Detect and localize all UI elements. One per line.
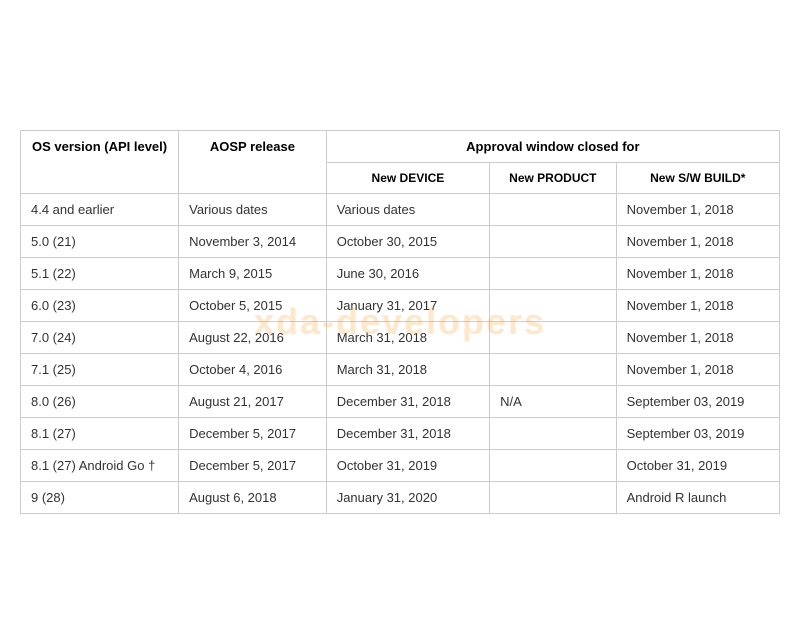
header-os: OS version (API level): [21, 131, 179, 194]
cell-aosp: August 22, 2016: [179, 322, 327, 354]
cell-os: 8.1 (27) Android Go †: [21, 450, 179, 482]
header-device: New DEVICE: [326, 163, 489, 194]
cell-os: 9 (28): [21, 482, 179, 514]
cell-product: N/A: [490, 386, 617, 418]
cell-aosp: Various dates: [179, 194, 327, 226]
table-row: 5.1 (22)March 9, 2015June 30, 2016 Novemb…: [21, 258, 780, 290]
cell-device: March 31, 2018: [326, 354, 489, 386]
cell-aosp: October 5, 2015: [179, 290, 327, 322]
cell-os: 5.0 (21): [21, 226, 179, 258]
header-approval-group: Approval window closed for: [326, 131, 779, 163]
cell-sw: November 1, 2018: [616, 258, 779, 290]
cell-sw: Android R launch: [616, 482, 779, 514]
cell-os: 8.1 (27): [21, 418, 179, 450]
cell-aosp: August 6, 2018: [179, 482, 327, 514]
table-row: 6.0 (23)October 5, 2015January 31, 2017 N…: [21, 290, 780, 322]
table-row: 7.0 (24)August 22, 2016March 31, 2018 Nov…: [21, 322, 780, 354]
cell-product: [490, 226, 617, 258]
cell-os: 5.1 (22): [21, 258, 179, 290]
table-row: 8.1 (27)December 5, 2017December 31, 201…: [21, 418, 780, 450]
table-body: 4.4 and earlierVarious datesVarious date…: [21, 194, 780, 514]
cell-aosp: March 9, 2015: [179, 258, 327, 290]
cell-product: [490, 258, 617, 290]
cell-device: June 30, 2016: [326, 258, 489, 290]
cell-aosp: October 4, 2016: [179, 354, 327, 386]
cell-product: [490, 354, 617, 386]
cell-device: October 30, 2015: [326, 226, 489, 258]
cell-aosp: December 5, 2017: [179, 450, 327, 482]
cell-device: October 31, 2019: [326, 450, 489, 482]
cell-product: [490, 450, 617, 482]
cell-product: [490, 482, 617, 514]
cell-sw: September 03, 2019: [616, 386, 779, 418]
header-sw: New S/W BUILD*: [616, 163, 779, 194]
table-row: 8.1 (27) Android Go †December 5, 2017Oct…: [21, 450, 780, 482]
cell-sw: November 1, 2018: [616, 194, 779, 226]
header-aosp: AOSP release: [179, 131, 327, 194]
cell-aosp: August 21, 2017: [179, 386, 327, 418]
cell-product: [490, 322, 617, 354]
table-row: 8.0 (26)August 21, 2017December 31, 2018…: [21, 386, 780, 418]
cell-device: January 31, 2017: [326, 290, 489, 322]
table-wrapper: xda-developers OS version (API level) AO…: [20, 130, 780, 514]
header-product: New PRODUCT: [490, 163, 617, 194]
cell-product: [490, 194, 617, 226]
cell-os: 4.4 and earlier: [21, 194, 179, 226]
cell-aosp: December 5, 2017: [179, 418, 327, 450]
cell-sw: November 1, 2018: [616, 290, 779, 322]
cell-aosp: November 3, 2014: [179, 226, 327, 258]
cell-device: March 31, 2018: [326, 322, 489, 354]
cell-os: 7.1 (25): [21, 354, 179, 386]
cell-device: December 31, 2018: [326, 386, 489, 418]
table-row: 9 (28)August 6, 2018January 31, 2020 Andr…: [21, 482, 780, 514]
cell-os: 6.0 (23): [21, 290, 179, 322]
table-row: 7.1 (25)October 4, 2016March 31, 2018 Nov…: [21, 354, 780, 386]
header-row-main: OS version (API level) AOSP release Appr…: [21, 131, 780, 163]
cell-device: Various dates: [326, 194, 489, 226]
cell-product: [490, 290, 617, 322]
cell-product: [490, 418, 617, 450]
cell-device: January 31, 2020: [326, 482, 489, 514]
cell-os: 7.0 (24): [21, 322, 179, 354]
cell-sw: November 1, 2018: [616, 322, 779, 354]
cell-os: 8.0 (26): [21, 386, 179, 418]
approval-table: OS version (API level) AOSP release Appr…: [20, 130, 780, 514]
table-row: 5.0 (21)November 3, 2014October 30, 2015…: [21, 226, 780, 258]
cell-sw: November 1, 2018: [616, 226, 779, 258]
cell-sw: September 03, 2019: [616, 418, 779, 450]
table-row: 4.4 and earlierVarious datesVarious date…: [21, 194, 780, 226]
cell-sw: November 1, 2018: [616, 354, 779, 386]
cell-device: December 31, 2018: [326, 418, 489, 450]
cell-sw: October 31, 2019: [616, 450, 779, 482]
